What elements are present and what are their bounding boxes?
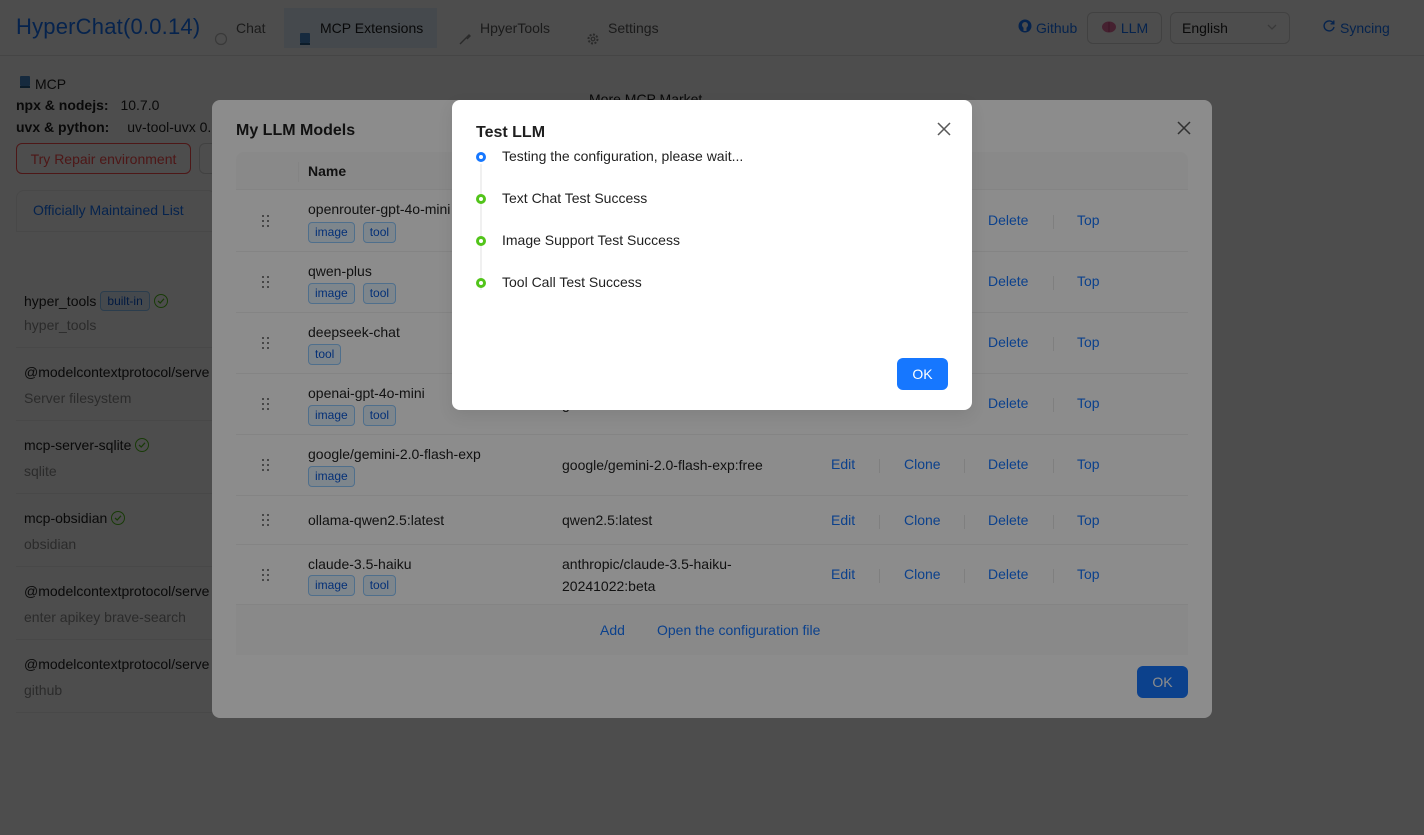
- success-dot-icon: [476, 236, 486, 246]
- test-modal-title: Test LLM: [476, 124, 546, 141]
- success-dot-icon: [476, 194, 486, 204]
- timeline-line: [480, 164, 482, 290]
- timeline-text: Testing the configuration, please wait..…: [502, 148, 744, 164]
- success-dot-icon: [476, 278, 486, 288]
- test-modal-ok-button[interactable]: OK: [897, 358, 948, 390]
- timeline-text: Image Support Test Success: [502, 232, 680, 248]
- close-icon[interactable]: [934, 119, 954, 139]
- test-llm-modal: Test LLM Testing the configuration, plea…: [452, 100, 972, 410]
- pending-dot-icon: [476, 152, 486, 162]
- timeline-text: Tool Call Test Success: [502, 274, 642, 290]
- timeline-text: Text Chat Test Success: [502, 190, 648, 206]
